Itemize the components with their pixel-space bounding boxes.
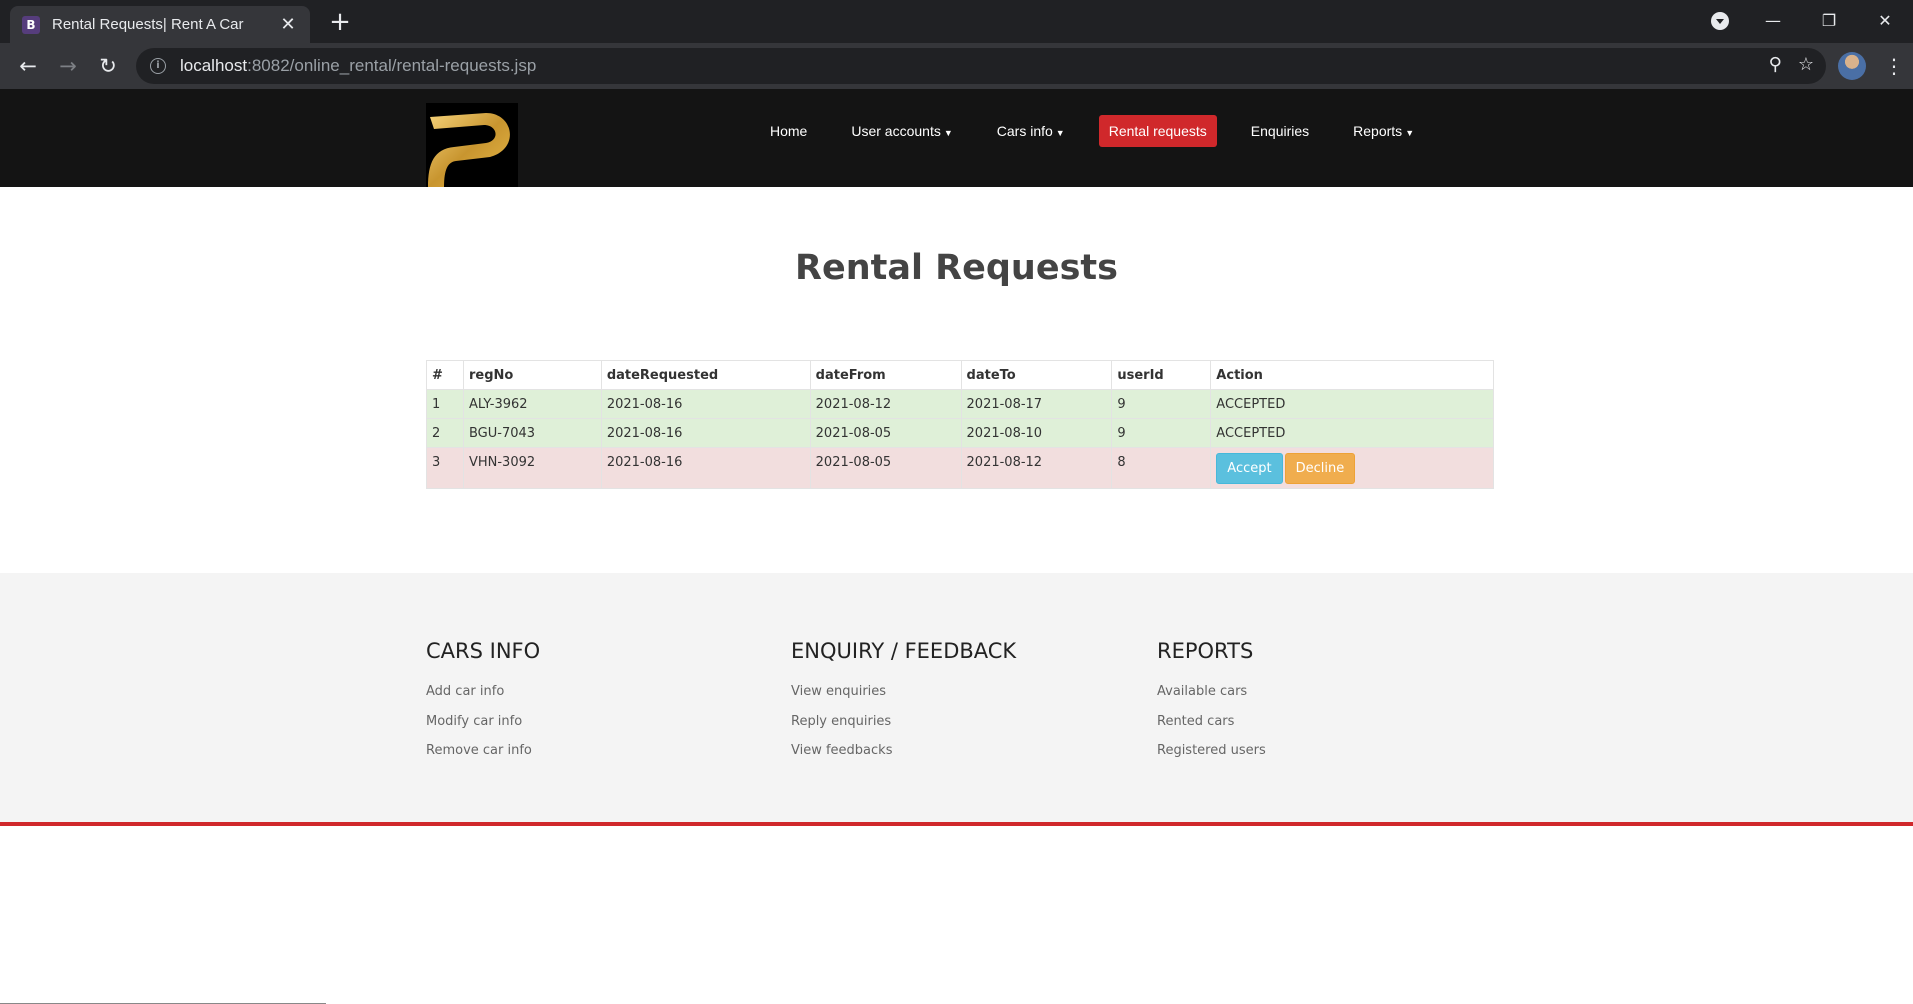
footer-link-registered-users[interactable]: Registered users bbox=[1157, 736, 1266, 766]
nav-reports-label: Reports bbox=[1353, 123, 1403, 139]
cell-user-id: 8 bbox=[1111, 447, 1212, 489]
browser-toolbar: ← → ↻ i localhost:8082/online_rental/ren… bbox=[0, 43, 1913, 89]
cell-user-id: 9 bbox=[1111, 418, 1212, 448]
cell-regno: VHN-3092 bbox=[462, 447, 602, 489]
cell-status: ACCEPTED bbox=[1210, 389, 1494, 419]
cell-date-from: 2021-08-12 bbox=[809, 389, 962, 419]
nav-reports[interactable]: Reports ▼ bbox=[1343, 115, 1424, 147]
footer-link-available-cars[interactable]: Available cars bbox=[1157, 677, 1266, 707]
forward-arrow-icon[interactable]: → bbox=[56, 54, 80, 78]
footer-link-view-feedbacks[interactable]: View feedbacks bbox=[791, 736, 1016, 766]
new-tab-icon[interactable]: + bbox=[326, 8, 354, 36]
close-tab-icon[interactable]: ✕ bbox=[278, 14, 298, 35]
footer-cars-info: CARS INFO Add car info Modify car info R… bbox=[426, 639, 540, 766]
browser-tab-strip: B Rental Requests| Rent A Car ✕ + — ❐ ✕ bbox=[0, 0, 1913, 43]
chevron-down-icon: ▼ bbox=[1055, 128, 1065, 138]
table-row: 2 BGU-7043 2021-08-16 2021-08-05 2021-08… bbox=[426, 418, 1494, 448]
footer-heading-reports: REPORTS bbox=[1157, 639, 1254, 663]
minimize-icon[interactable]: — bbox=[1745, 11, 1801, 30]
col-header-num: # bbox=[426, 360, 464, 390]
url-host: localhost bbox=[180, 56, 248, 75]
nav-rental-requests-label: Rental requests bbox=[1108, 123, 1207, 139]
cell-date-requested: 2021-08-16 bbox=[600, 418, 811, 448]
close-window-icon[interactable]: ✕ bbox=[1857, 11, 1913, 30]
col-header-date-requested: dateRequested bbox=[600, 360, 811, 390]
nav-enquiries-label: Enquiries bbox=[1250, 123, 1310, 139]
col-header-user-id: userId bbox=[1111, 360, 1212, 390]
browser-menu-icon[interactable]: ⋮ bbox=[1884, 53, 1904, 79]
col-header-action: Action bbox=[1210, 360, 1494, 390]
footer-reports: REPORTS Available cars Rented cars Regis… bbox=[1157, 639, 1266, 766]
footer-link-modify-car-info[interactable]: Modify car info bbox=[426, 707, 540, 737]
nav-user-accounts[interactable]: User accounts ▼ bbox=[841, 115, 962, 147]
bootstrap-favicon-icon: B bbox=[22, 15, 40, 34]
footer-link-rented-cars[interactable]: Rented cars bbox=[1157, 707, 1266, 737]
cell-status: ACCEPTED bbox=[1210, 418, 1494, 448]
cell-action: Accept Decline bbox=[1210, 447, 1494, 489]
address-bar[interactable]: i localhost:8082/online_rental/rental-re… bbox=[136, 48, 1826, 84]
nav-enquiries[interactable]: Enquiries bbox=[1241, 115, 1319, 147]
col-header-regno: regNo bbox=[462, 360, 602, 390]
tab-search-icon[interactable] bbox=[1711, 12, 1729, 30]
cell-regno: BGU-7043 bbox=[462, 418, 602, 448]
nav-cars-info-label: Cars info bbox=[996, 123, 1053, 139]
footer-link-reply-enquiries[interactable]: Reply enquiries bbox=[791, 707, 1016, 737]
cell-date-from: 2021-08-05 bbox=[809, 418, 962, 448]
window-controls: — ❐ ✕ bbox=[1745, 0, 1913, 40]
browser-tab[interactable]: B Rental Requests| Rent A Car ✕ bbox=[10, 6, 310, 43]
cell-date-to: 2021-08-10 bbox=[960, 418, 1113, 448]
cell-date-requested: 2021-08-16 bbox=[600, 389, 811, 419]
nav-user-accounts-label: User accounts bbox=[851, 123, 941, 139]
profile-avatar[interactable] bbox=[1838, 52, 1866, 80]
site-info-icon[interactable]: i bbox=[150, 58, 166, 74]
url-text: localhost:8082/online_rental/rental-requ… bbox=[180, 56, 536, 76]
cell-date-from: 2021-08-05 bbox=[809, 447, 962, 489]
footer-heading-enquiry: ENQUIRY / FEEDBACK bbox=[791, 639, 1017, 663]
table-header-row: # regNo dateRequested dateFrom dateTo us… bbox=[426, 360, 1494, 390]
url-path: :8082/online_rental/rental-requests.jsp bbox=[247, 56, 537, 75]
rental-requests-table: # regNo dateRequested dateFrom dateTo us… bbox=[426, 360, 1494, 489]
chevron-down-icon: ▼ bbox=[943, 128, 953, 138]
footer-link-remove-car-info[interactable]: Remove car info bbox=[426, 736, 540, 766]
cell-date-to: 2021-08-17 bbox=[960, 389, 1113, 419]
nav-rental-requests[interactable]: Rental requests bbox=[1098, 115, 1217, 147]
omnibox-actions: ⚲ ☆ bbox=[1769, 54, 1814, 75]
site-header: Home User accounts ▼ Cars info ▼ Rental re… bbox=[0, 89, 1913, 187]
col-header-date-from: dateFrom bbox=[809, 360, 962, 390]
col-header-date-to: dateTo bbox=[960, 360, 1113, 390]
back-arrow-icon[interactable]: ← bbox=[16, 54, 40, 78]
nav-home[interactable]: Home bbox=[760, 115, 817, 147]
footer-enquiry: ENQUIRY / FEEDBACK View enquiries Reply … bbox=[791, 639, 1016, 766]
site-logo[interactable] bbox=[426, 103, 518, 187]
tab-title: Rental Requests| Rent A Car bbox=[52, 16, 244, 33]
table-row: 1 ALY-3962 2021-08-16 2021-08-12 2021-08… bbox=[426, 389, 1494, 419]
cell-num: 1 bbox=[426, 389, 464, 419]
site-footer: CARS INFO Add car info Modify car info R… bbox=[0, 573, 1913, 826]
chevron-down-icon: ▼ bbox=[1405, 128, 1415, 138]
page-title: Rental Requests bbox=[795, 248, 1118, 288]
cell-date-to: 2021-08-12 bbox=[960, 447, 1113, 489]
nav-cars-info[interactable]: Cars info ▼ bbox=[987, 115, 1075, 147]
restore-icon[interactable]: ❐ bbox=[1801, 11, 1857, 30]
table-row: 3 VHN-3092 2021-08-16 2021-08-05 2021-08… bbox=[426, 447, 1494, 489]
decline-button[interactable]: Decline bbox=[1284, 453, 1356, 484]
nav-home-label: Home bbox=[770, 123, 808, 139]
cell-num: 2 bbox=[426, 418, 464, 448]
main-nav: Home User accounts ▼ Cars info ▼ Rental re… bbox=[760, 115, 1448, 147]
cell-user-id: 9 bbox=[1111, 389, 1212, 419]
p-logo-icon bbox=[428, 113, 510, 187]
footer-link-add-car-info[interactable]: Add car info bbox=[426, 677, 540, 707]
cell-num: 3 bbox=[426, 447, 464, 489]
zoom-icon[interactable]: ⚲ bbox=[1769, 54, 1782, 75]
reload-icon[interactable]: ↻ bbox=[96, 54, 120, 78]
bookmark-star-icon[interactable]: ☆ bbox=[1798, 54, 1814, 75]
cell-regno: ALY-3962 bbox=[462, 389, 602, 419]
accept-button[interactable]: Accept bbox=[1216, 453, 1283, 484]
cell-date-requested: 2021-08-16 bbox=[600, 447, 811, 489]
footer-link-view-enquiries[interactable]: View enquiries bbox=[791, 677, 1016, 707]
footer-heading-cars-info: CARS INFO bbox=[426, 639, 541, 663]
